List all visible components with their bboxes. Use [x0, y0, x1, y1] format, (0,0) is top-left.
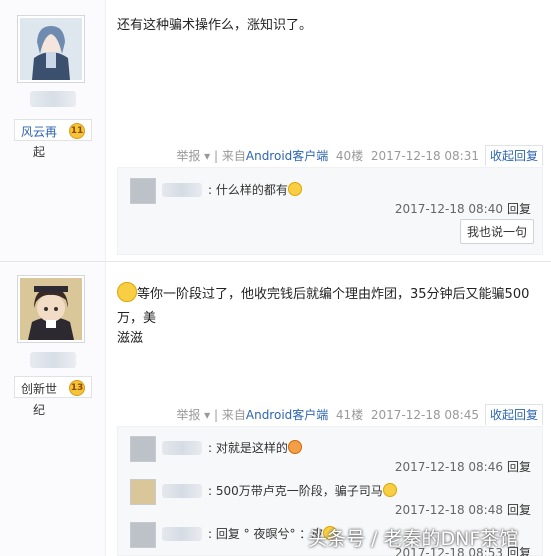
reply-time: 2017-12-18 08:46: [394, 460, 503, 474]
collapse-replies-button[interactable]: 收起回复: [484, 145, 543, 166]
floor-number: 40楼: [335, 149, 364, 163]
smile-emoji-icon: [382, 483, 397, 497]
source-app-link[interactable]: Android客户端: [246, 149, 328, 163]
avatar[interactable]: [17, 15, 85, 83]
blurred-name: [30, 91, 76, 107]
watermark-text: 头条号 / 老秦的DNF茶馆: [308, 528, 519, 550]
reply-avatar[interactable]: [130, 436, 156, 462]
sub-reply: : 什么样的都有 2017-12-18 08:40 回复: [130, 178, 535, 222]
avatar-image: [20, 278, 82, 340]
reply-avatar[interactable]: [130, 522, 156, 548]
collapse-replies-button[interactable]: 收起回复: [484, 404, 543, 425]
post-time: 2017-12-18 08:45: [370, 408, 479, 422]
reply-text: : 对就是这样的: [208, 439, 302, 456]
blurred-name: [30, 352, 76, 368]
reply-meta: 2017-12-18 08:46 回复: [395, 458, 531, 475]
username[interactable]: 风云再: [21, 123, 57, 140]
username-continuation: 纪: [33, 403, 46, 417]
chevron-down-icon: ▾: [200, 149, 215, 163]
reply-text: : 500万带卢克一阶段，骗子司马: [208, 482, 397, 499]
reply-avatar[interactable]: [130, 178, 156, 204]
report-link[interactable]: 举报: [176, 408, 200, 422]
post-content: 还有这种骗术操作么，涨知识了。: [117, 18, 313, 33]
say-something-button[interactable]: 我也说一句: [459, 219, 534, 244]
post-floor-40: 风云再 11 起 还有这种骗术操作么，涨知识了。 举报 ▾ | 来自Androi…: [0, 0, 551, 262]
post-time: 2017-12-18 08:31: [370, 149, 479, 163]
reply-meta: 2017-12-18 08:48 回复: [395, 501, 531, 518]
reply-button[interactable]: 回复: [507, 202, 531, 216]
avatar[interactable]: [17, 275, 85, 343]
reply-time: 2017-12-18 08:48: [394, 503, 503, 517]
blurred-name: [162, 527, 202, 541]
smile-emoji-icon: [117, 282, 137, 302]
blurred-name: [162, 484, 202, 498]
username-continuation: 起: [33, 145, 46, 159]
angry-emoji-icon: [287, 440, 302, 454]
smile-emoji-icon: [287, 182, 302, 196]
reply-button[interactable]: 回复: [507, 460, 531, 474]
level-badge-icon: 11: [69, 123, 85, 139]
chevron-down-icon: ▾: [200, 408, 215, 422]
blurred-name: [162, 183, 202, 197]
floor-number: 41楼: [335, 408, 364, 422]
reply-text: : 什么样的都有: [208, 181, 302, 198]
post-floor-41: 创新世 13 纪 等你一阶段过了，他收完钱后就编个理由炸团，35分钟后又能骗50…: [0, 262, 551, 556]
sub-reply: : 对就是这样的 2017-12-18 08:46 回复: [130, 436, 535, 476]
post-tail: 举报 ▾ | 来自Android客户端 40楼 2017-12-18 08:31…: [176, 145, 543, 166]
author-column: 风云再 11 起: [0, 0, 106, 261]
reply-button[interactable]: 回复: [507, 503, 531, 517]
username[interactable]: 创新世: [21, 380, 57, 397]
reply-avatar[interactable]: [130, 479, 156, 505]
reply-time: 2017-12-18 08:40: [394, 202, 503, 216]
sub-reply-panel: : 什么样的都有 2017-12-18 08:40 回复 我也说一句: [117, 167, 543, 255]
blurred-name: [162, 441, 202, 455]
post-content: 等你一阶段过了，他收完钱后就编个理由炸团，35分钟后又能骗500万，美 滋滋: [117, 282, 551, 351]
level-badge-icon: 13: [69, 380, 85, 396]
reply-meta: 2017-12-18 08:40 回复: [395, 200, 531, 217]
author-column: 创新世 13 纪: [0, 262, 106, 556]
source-app-link[interactable]: Android客户端: [246, 408, 328, 422]
avatar-image: [20, 18, 82, 80]
post-tail: 举报 ▾ | 来自Android客户端 41楼 2017-12-18 08:45…: [176, 404, 543, 425]
report-link[interactable]: 举报: [176, 149, 200, 163]
sub-reply: : 500万带卢克一阶段，骗子司马 2017-12-18 08:48 回复: [130, 479, 535, 519]
username-badge[interactable]: 风云再 11: [14, 119, 92, 141]
username-badge[interactable]: 创新世 13: [14, 376, 92, 398]
